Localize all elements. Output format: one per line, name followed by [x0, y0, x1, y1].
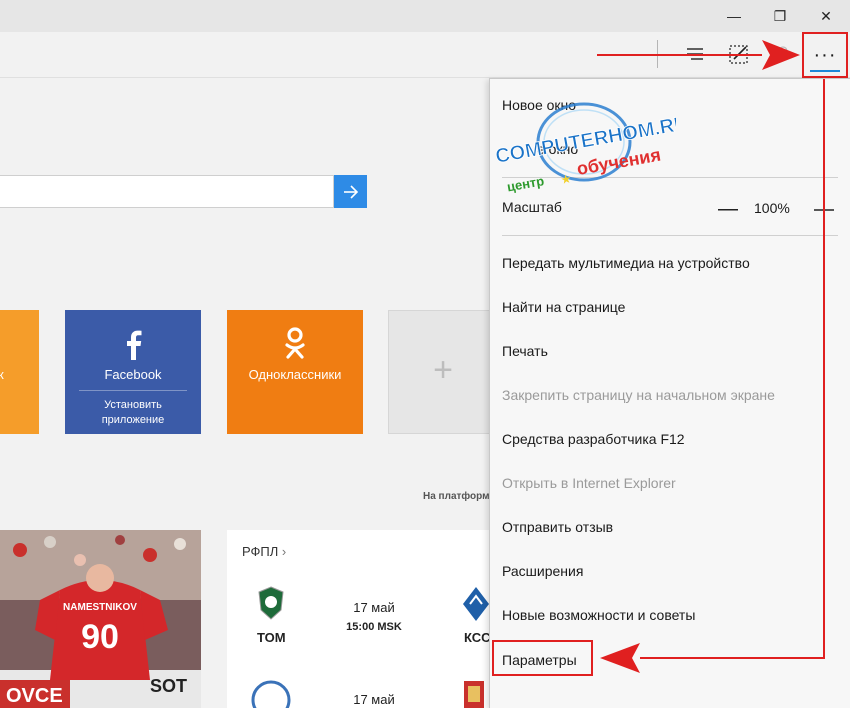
jersey-name: NAMESTNIKOV [63, 602, 137, 613]
tile-label: к [0, 367, 4, 382]
facebook-icon [127, 330, 142, 360]
team-logo-tom [258, 586, 284, 620]
minus-icon [718, 209, 738, 211]
platform-text: На платформ [423, 491, 490, 502]
jersey-number: 90 [81, 618, 119, 656]
match-date: 17 май [353, 600, 395, 615]
minimize-icon: — [727, 8, 741, 24]
sports-league-link[interactable]: РФПЛ › [242, 544, 286, 559]
team-logo-3 [464, 681, 484, 708]
minimize-button[interactable]: — [711, 0, 757, 32]
more-actions-button[interactable]: ··· [802, 32, 848, 78]
more-dots-icon: ··· [813, 43, 837, 66]
settings-highlight-box [492, 640, 593, 676]
restore-icon: ❐ [773, 7, 787, 24]
tile-divider [79, 390, 187, 391]
zoom-in-button[interactable] [812, 199, 836, 221]
tile-odnoklassniki[interactable]: Одноклассники [227, 310, 363, 434]
team-logo-krylya [463, 587, 489, 621]
close-window-button[interactable]: ✕ [803, 0, 849, 32]
match-date-2: 17 май [353, 692, 395, 707]
share-icon [778, 46, 788, 56]
search-input[interactable] [0, 175, 334, 208]
arrow-right-icon [343, 184, 358, 199]
odnoklassniki-icon [285, 327, 305, 359]
chevron-right-icon: › [281, 544, 287, 559]
share-button[interactable] [768, 40, 798, 68]
close-icon: ✕ [820, 7, 832, 24]
hub-lines-icon [687, 48, 703, 60]
tile-partial[interactable]: к [0, 310, 39, 434]
home-team-name: ТОМ [257, 630, 286, 645]
menu-open-in-ie: Открыть в Internet Explorer [502, 475, 676, 491]
menu-whats-new[interactable]: Новые возможности и советы [502, 607, 695, 623]
zoom-out-button[interactable] [716, 199, 740, 221]
menu-extensions[interactable]: Расширения [502, 563, 583, 579]
menu-cast-media[interactable]: Передать мультимедиа на устройство [502, 255, 750, 271]
menu-new-window[interactable]: Новое окно [502, 97, 576, 113]
tile-label: Одноклассники [248, 367, 342, 382]
hockey-photo: NAMESTNIKOV 90 OVCE SOT [0, 530, 201, 708]
hub-button[interactable] [680, 40, 710, 68]
add-icon: + [433, 351, 453, 389]
menu-divider [502, 235, 838, 236]
news-image[interactable]: NAMESTNIKOV 90 OVCE SOT [0, 530, 201, 708]
team-logo-2 [251, 680, 291, 708]
menu-print[interactable]: Печать [502, 343, 548, 359]
banner-text: OVCE [6, 685, 63, 707]
web-note-button[interactable] [724, 40, 754, 68]
menu-find-on-page[interactable]: Найти на странице [502, 299, 625, 315]
menu-developer-tools[interactable]: Средства разработчика F12 [502, 431, 685, 447]
menu-send-feedback[interactable]: Отправить отзыв [502, 519, 613, 535]
zoom-row: Масштаб 100% [502, 199, 838, 221]
tile-facebook[interactable]: Facebook Установить приложение [65, 310, 201, 434]
more-actions-menu: Новое окно е окно Масштаб 100% Передать … [489, 78, 850, 708]
zoom-label: Масштаб [502, 199, 562, 215]
browser-toolbar [0, 32, 850, 78]
menu-divider [502, 177, 838, 178]
away-team-name: КСС [464, 630, 491, 645]
zoom-value: 100% [754, 200, 790, 216]
menu-pin-to-start: Закрепить страницу на начальном экране [502, 387, 775, 403]
title-bar: — ❐ ✕ [0, 0, 850, 32]
tile-add[interactable]: + [388, 310, 498, 434]
toolbar-divider [657, 40, 658, 68]
banner-text-2: SOT [150, 676, 187, 696]
sports-title: РФПЛ [242, 544, 279, 559]
restore-button[interactable]: ❐ [757, 0, 803, 32]
sports-card[interactable]: РФПЛ › ТОМ 17 май 15:00 MSK КСС 17 май [227, 530, 502, 708]
web-note-icon [729, 45, 748, 64]
menu-new-inprivate-window[interactable]: е окно [537, 141, 578, 157]
tile-install-link[interactable]: Установить приложение [65, 398, 201, 428]
tile-label: Facebook [104, 367, 162, 382]
search-go-button[interactable] [334, 175, 367, 208]
plus-icon [814, 200, 834, 220]
match-time: 15:00 MSK [346, 621, 402, 633]
